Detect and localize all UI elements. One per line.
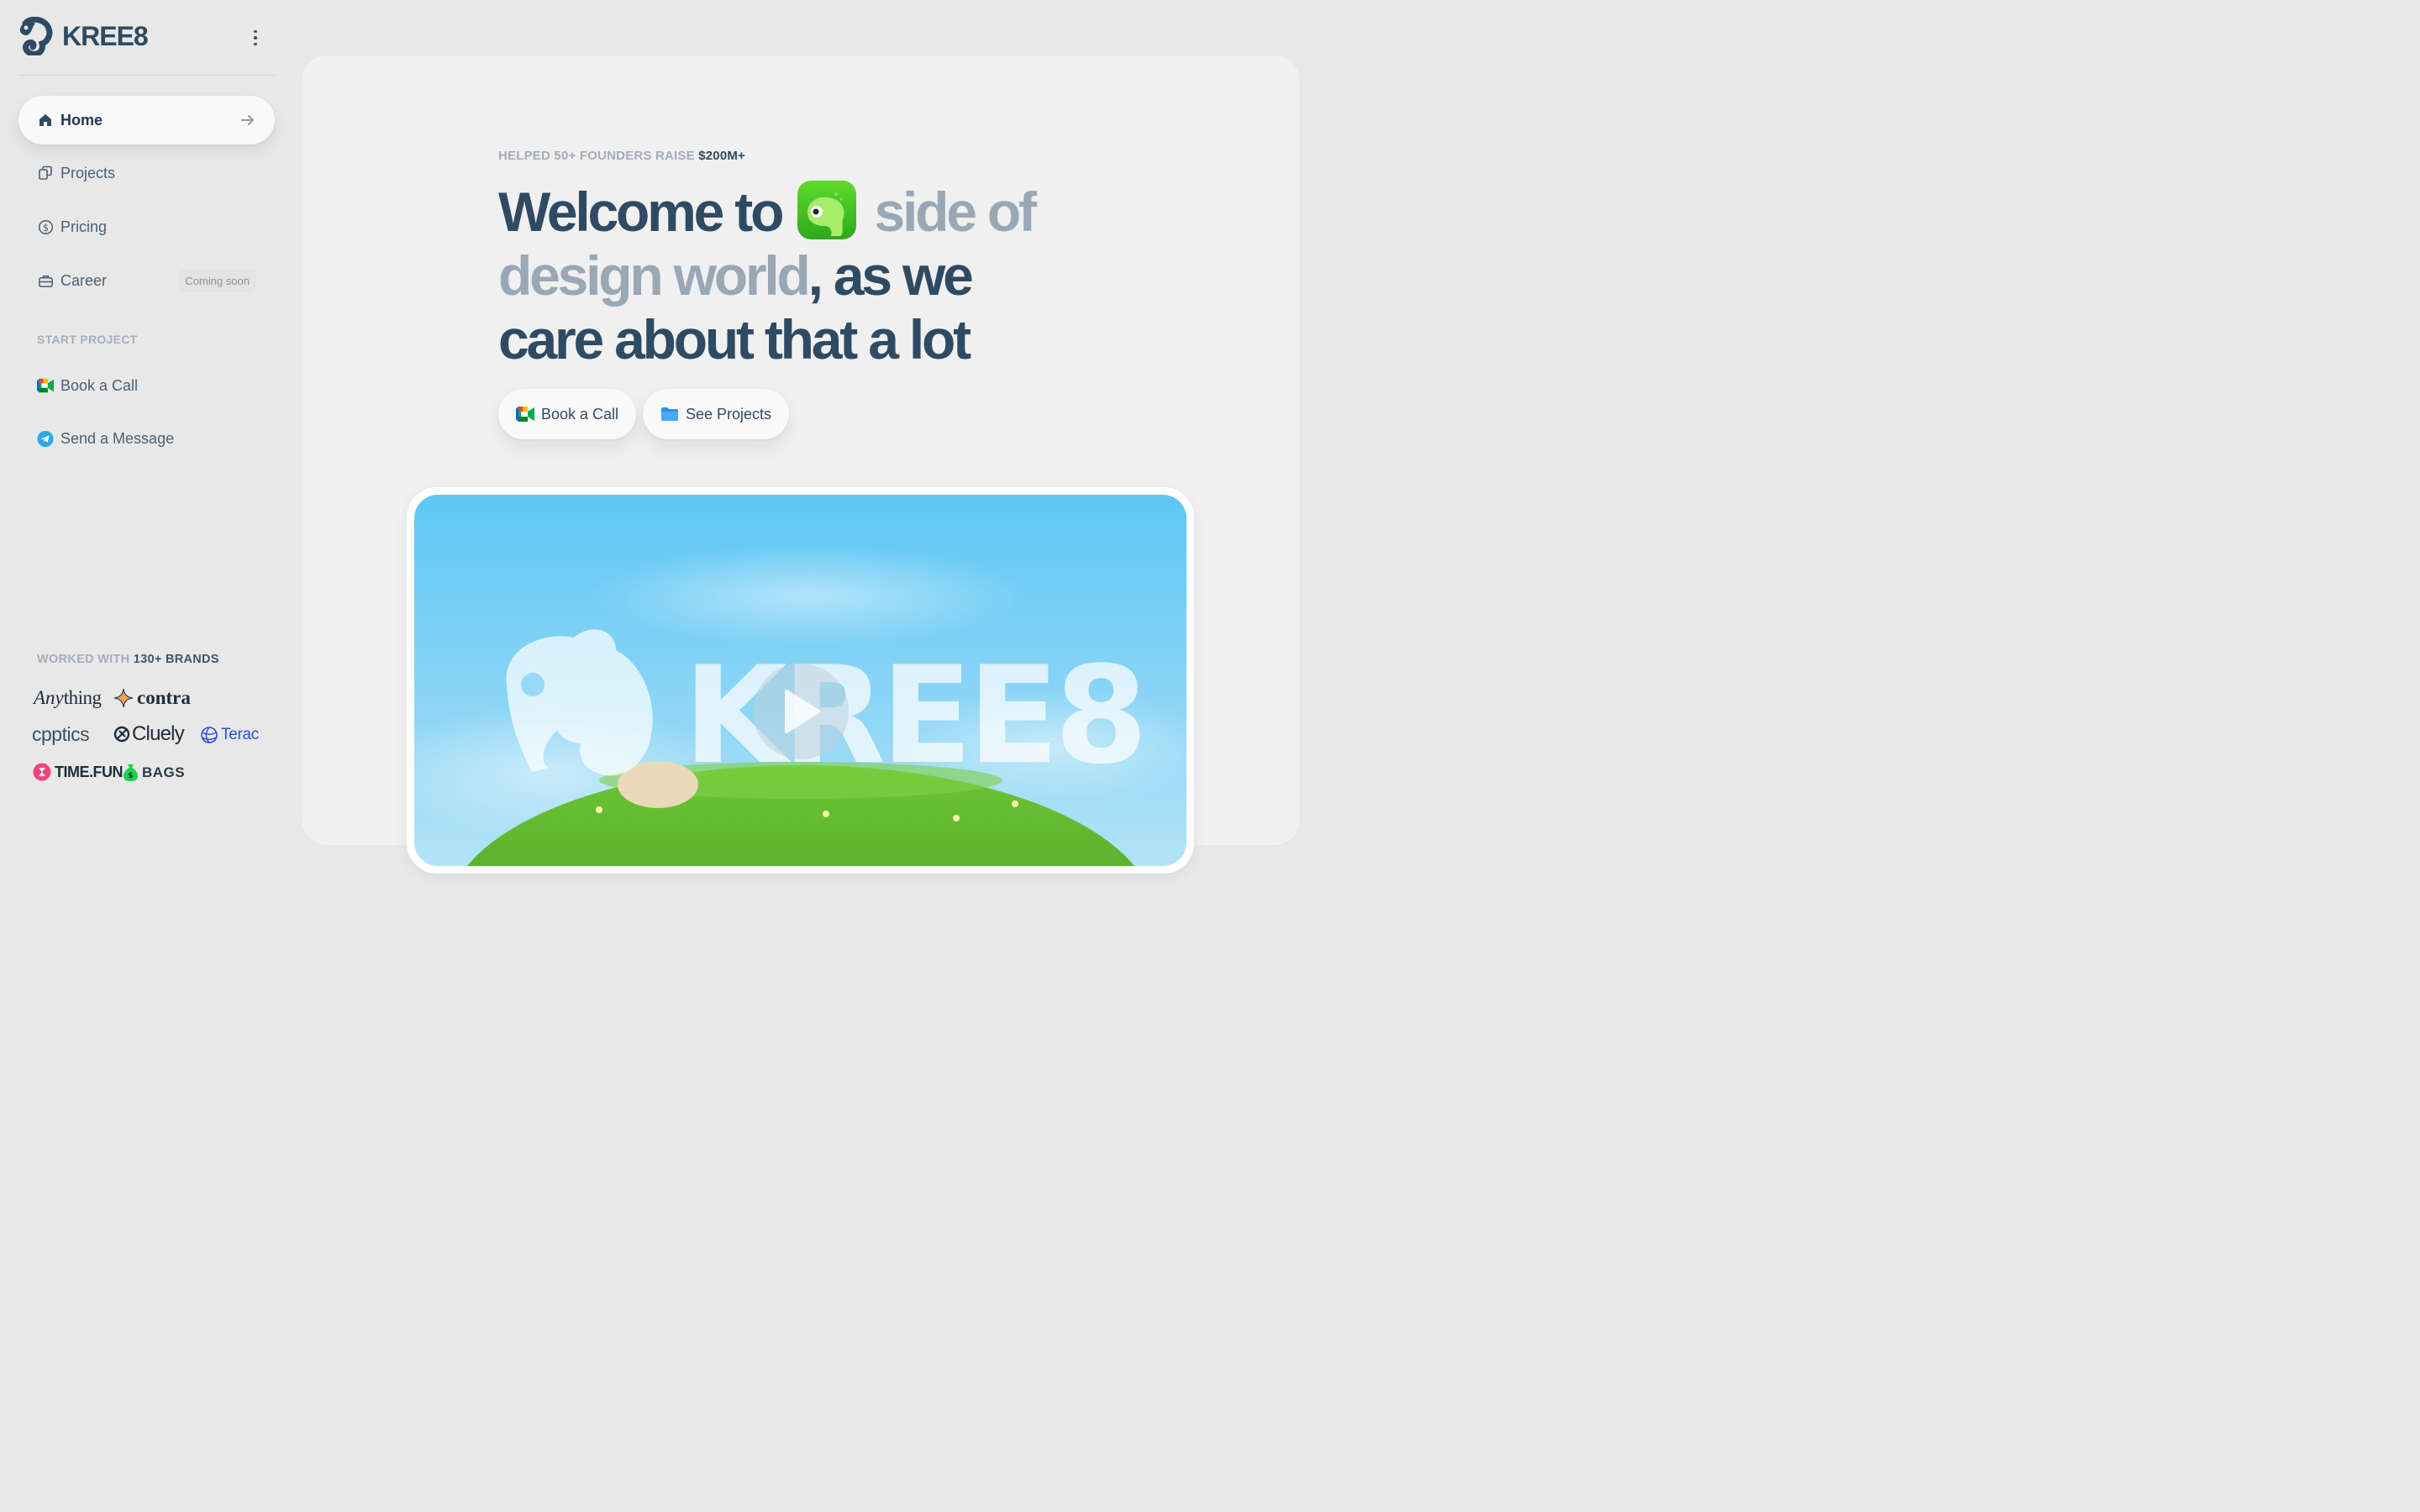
- svg-text:$: $: [42, 221, 48, 233]
- terac-globe-icon: [201, 727, 218, 743]
- see-projects-button[interactable]: See Projects: [643, 389, 790, 439]
- brand-name: KREE8: [62, 20, 149, 51]
- google-meet-icon: [37, 377, 54, 394]
- cluely-logo-icon: [113, 726, 130, 743]
- hero-video-frame: KREE8: [407, 487, 1194, 874]
- brands-heading: WORKED WITH 130+ BRANDS: [37, 653, 219, 666]
- chameleon-mascot-icon: [797, 181, 857, 239]
- play-icon: [785, 690, 820, 733]
- sidebar-item-book-call[interactable]: Book a Call: [18, 361, 275, 410]
- brand-logo-terac: Terac: [200, 726, 259, 744]
- hourglass-icon: [33, 763, 51, 781]
- home-icon: [37, 112, 54, 129]
- brands-heading-prefix: WORKED WITH: [37, 653, 130, 666]
- play-button[interactable]: [753, 664, 849, 759]
- sidebar-item-pricing[interactable]: $ Pricing: [18, 202, 275, 251]
- hero-video[interactable]: KREE8: [414, 495, 1186, 866]
- contra-star-icon: [113, 688, 134, 708]
- book-call-button[interactable]: Book a Call: [498, 389, 637, 439]
- brand-logo-cpptics: cpptics: [32, 723, 90, 746]
- brand-logo-timefun: TIME .FUN: [33, 763, 124, 781]
- sidebar-item-label: Home: [60, 111, 103, 129]
- coming-soon-badge: Coming soon: [178, 270, 256, 292]
- sidebar: KREE8 Home Projects $ Pricing Career Com…: [0, 0, 292, 823]
- eyebrow-prefix: HELPED 50+ FOUNDERS RAISE: [498, 149, 695, 163]
- brand-logo-cluely: Cluely: [113, 722, 185, 746]
- eyebrow-strong: $200M+: [698, 149, 746, 163]
- sidebar-item-label: Pricing: [60, 218, 108, 235]
- sidebar-item-label: Book a Call: [60, 376, 139, 394]
- sidebar-item-send-message[interactable]: Send a Message: [18, 414, 275, 463]
- brand-name: Cluely: [132, 722, 185, 745]
- eyebrow-text: HELPED 50+ FOUNDERS RAISE $200M+: [498, 149, 745, 163]
- brand-logo-anything: Any thing: [34, 687, 102, 709]
- brand-logo-contra: contra: [113, 687, 191, 709]
- briefcase-icon: [37, 272, 54, 289]
- sidebar-item-label: Send a Message: [60, 429, 175, 447]
- sidebar-item-home[interactable]: Home: [18, 96, 275, 144]
- page-title: Welcome to side of design world, as we c…: [498, 180, 1070, 371]
- folder-icon: [661, 407, 678, 421]
- brand-logo-bags: $ BAGS: [123, 763, 185, 782]
- brand-name-part1: TIME: [55, 763, 90, 780]
- sidebar-item-label: Projects: [60, 164, 116, 181]
- brand-name: cpptics: [32, 723, 90, 745]
- see-projects-label: See Projects: [686, 405, 772, 423]
- dollar-circle-icon: $: [37, 218, 54, 235]
- chameleon-logo-icon: [19, 17, 53, 55]
- headline-part1: Welcome to: [498, 181, 784, 243]
- brand-name-rest: thing: [63, 687, 102, 708]
- brand-name: contra: [137, 687, 191, 708]
- brand-name-part2: .FUN: [89, 763, 124, 780]
- brand-name: Terac: [221, 726, 259, 743]
- brand-name: BAGS: [142, 764, 186, 780]
- book-call-label: Book a Call: [541, 405, 619, 423]
- arrow-right-icon: [241, 115, 254, 125]
- more-options-icon[interactable]: [246, 25, 265, 50]
- projects-icon: [37, 165, 54, 181]
- google-meet-icon: [516, 407, 534, 422]
- money-bag-icon: $: [124, 764, 138, 781]
- start-project-heading: START PROJECT: [37, 333, 138, 346]
- divider: [18, 75, 275, 76]
- main-content: HELPED 50+ FOUNDERS RAISE $200M+ Welcome…: [302, 55, 1300, 874]
- svg-text:$: $: [128, 772, 134, 780]
- brands-heading-strong: 130+ BRANDS: [133, 653, 219, 666]
- brand-name-italic: Any: [34, 687, 64, 708]
- hero-overlay-text: KREE8: [683, 637, 1143, 794]
- sidebar-item-career[interactable]: Career Coming soon: [18, 256, 275, 305]
- telegram-icon: [37, 430, 54, 447]
- sidebar-item-label: Career: [60, 271, 108, 289]
- sidebar-item-projects[interactable]: Projects: [18, 149, 275, 197]
- brand-logo[interactable]: KREE8: [17, 17, 149, 55]
